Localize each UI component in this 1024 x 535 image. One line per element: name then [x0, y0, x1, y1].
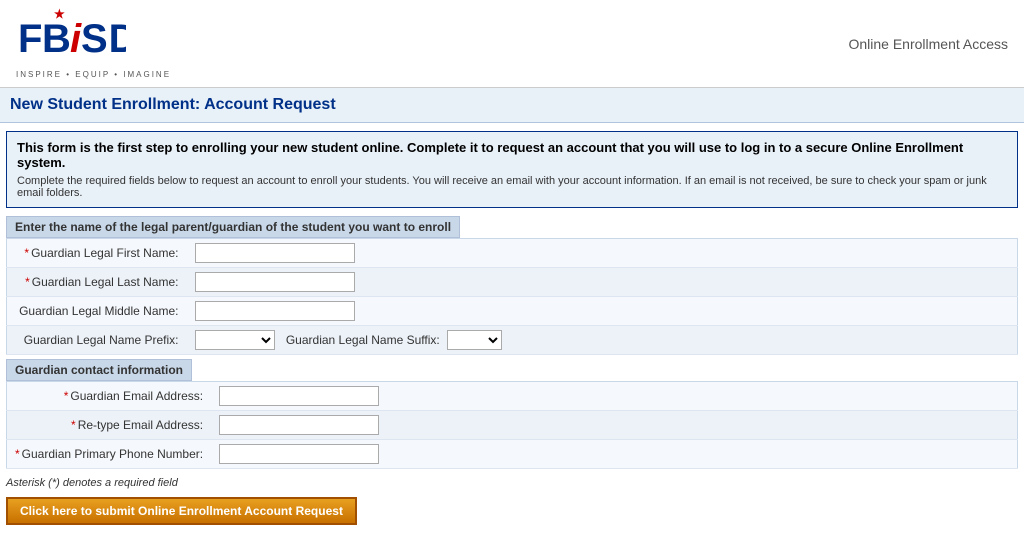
required-star: * [15, 447, 20, 461]
middle-name-input[interactable] [195, 301, 355, 321]
first-name-cell [187, 239, 1018, 268]
svg-text:B: B [42, 17, 72, 61]
table-row: *Guardian Legal Last Name: [7, 268, 1018, 297]
prefix-select[interactable]: Mr. Mrs. Ms. Dr. [195, 330, 275, 350]
guardian-contact-section-header: Guardian contact information [6, 359, 192, 381]
info-box-main-text: This form is the first step to enrolling… [17, 140, 1007, 170]
page-title: New Student Enrollment: Account Request [10, 96, 1014, 114]
table-row: Guardian Legal Middle Name: [7, 297, 1018, 326]
table-row: *Guardian Email Address: [7, 382, 1018, 411]
email-confirm-input[interactable] [219, 415, 379, 435]
info-box-sub-text: Complete the required fields below to re… [17, 175, 1007, 199]
guardian-name-form-table: *Guardian Legal First Name: *Guardian Le… [6, 238, 1018, 355]
prefix-label: Guardian Legal Name Prefix: [7, 326, 187, 355]
email-cell [211, 382, 1017, 411]
submit-button[interactable]: Click here to submit Online Enrollment A… [6, 497, 357, 525]
phone-input[interactable] [219, 444, 379, 464]
table-row: Guardian Legal Name Prefix: Mr. Mrs. Ms.… [7, 326, 1018, 355]
logo-svg: F B ★ i SD [16, 8, 126, 63]
info-box: This form is the first step to enrolling… [6, 131, 1018, 208]
header-page-title: Online Enrollment Access [848, 36, 1008, 52]
suffix-select[interactable]: Jr. Sr. II III [447, 330, 502, 350]
last-name-input[interactable] [195, 272, 355, 292]
svg-text:F: F [18, 17, 43, 61]
logo-text: F B ★ i SD [16, 8, 171, 68]
suffix-label-text: Guardian Legal Name Suffix: [286, 333, 440, 347]
guardian-name-section: Enter the name of the legal parent/guard… [6, 216, 1018, 355]
required-star: * [71, 418, 76, 432]
required-note: Asterisk (*) denotes a required field [6, 477, 1018, 489]
guardian-name-section-header: Enter the name of the legal parent/guard… [6, 216, 460, 238]
required-star: * [64, 389, 69, 403]
guardian-contact-section: Guardian contact information *Guardian E… [6, 359, 1018, 469]
phone-cell [211, 440, 1017, 469]
last-name-label: *Guardian Legal Last Name: [7, 268, 187, 297]
guardian-contact-form-table: *Guardian Email Address: *Re-type Email … [6, 381, 1018, 469]
last-name-cell [187, 268, 1018, 297]
phone-label: *Guardian Primary Phone Number: [7, 440, 212, 469]
first-name-label: *Guardian Legal First Name: [7, 239, 187, 268]
table-row: *Guardian Legal First Name: [7, 239, 1018, 268]
first-name-input[interactable] [195, 243, 355, 263]
logo-tagline: INSPIRE • EQUIP • IMAGINE [16, 70, 171, 79]
middle-name-label: Guardian Legal Middle Name: [7, 297, 187, 326]
required-star: * [25, 275, 30, 289]
logo: F B ★ i SD INSPIRE • EQUIP • IMAGINE [16, 8, 171, 79]
required-star: * [24, 246, 29, 260]
email-label: *Guardian Email Address: [7, 382, 212, 411]
email-input[interactable] [219, 386, 379, 406]
middle-name-cell [187, 297, 1018, 326]
header: F B ★ i SD INSPIRE • EQUIP • IMAGINE Onl… [0, 0, 1024, 88]
table-row: *Guardian Primary Phone Number: [7, 440, 1018, 469]
prefix-suffix-cell: Mr. Mrs. Ms. Dr. Guardian Legal Name Suf… [187, 326, 1018, 355]
table-row: *Re-type Email Address: [7, 411, 1018, 440]
page-title-bar: New Student Enrollment: Account Request [0, 88, 1024, 123]
email-confirm-label: *Re-type Email Address: [7, 411, 212, 440]
svg-text:SD: SD [81, 17, 126, 61]
svg-text:★: ★ [54, 8, 66, 21]
email-confirm-cell [211, 411, 1017, 440]
